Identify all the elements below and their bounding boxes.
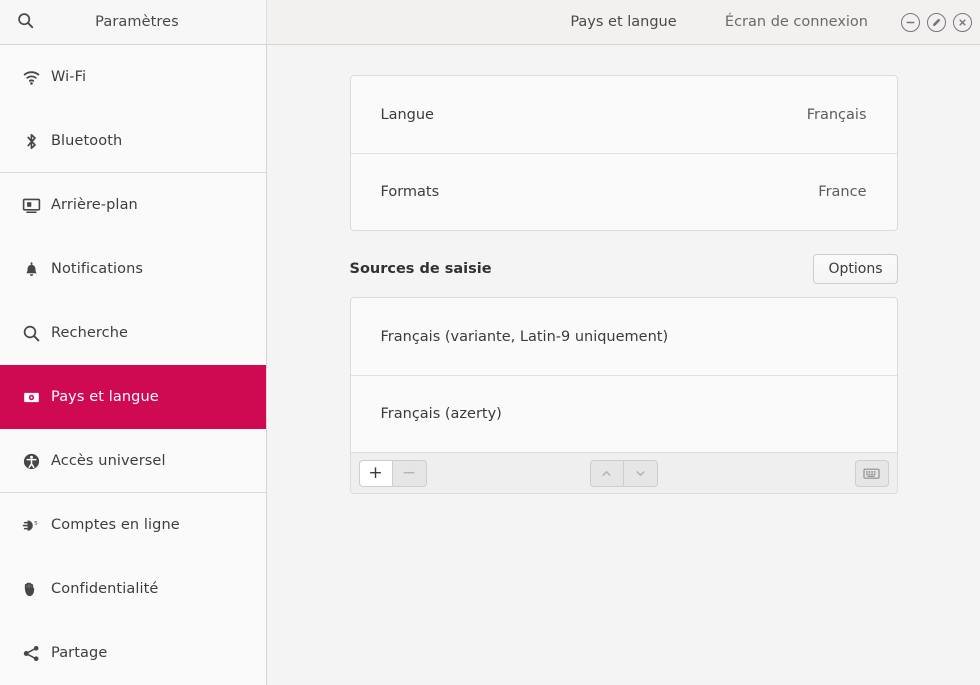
search-icon — [20, 322, 42, 344]
chevron-up-icon — [600, 467, 613, 480]
sidebar-item-label: Wi-Fi — [51, 69, 87, 85]
sidebar-item-background[interactable]: Arrière-plan — [0, 173, 266, 237]
sidebar-item-label: Partage — [51, 645, 108, 661]
minimize-button[interactable] — [901, 12, 920, 32]
input-sources-header: Sources de saisie Options — [350, 253, 898, 285]
sidebar-item-label: Bluetooth — [51, 133, 123, 149]
preview-group — [854, 459, 889, 487]
flag-globe-icon — [20, 386, 42, 408]
header-subtitle: Écran de connexion — [724, 14, 868, 30]
chevron-down-icon — [634, 467, 647, 480]
search-button[interactable] — [8, 7, 42, 37]
background-icon — [20, 194, 42, 216]
sidebar-item-label: Arrière-plan — [51, 197, 138, 213]
row-language[interactable]: Langue Français — [351, 76, 897, 153]
remove-input-source-button: − — [392, 459, 427, 487]
header-bar: Paramètres Pays et langue Écran de conne… — [0, 0, 980, 45]
row-label: Formats — [380, 184, 440, 200]
list-item[interactable]: Français (variante, Latin-9 uniquement) — [351, 298, 897, 375]
restore-icon — [931, 17, 942, 28]
keyboard-icon — [863, 467, 880, 480]
sidebar-item-region-language[interactable]: Pays et langue — [0, 365, 266, 429]
move-group-wrapper — [351, 459, 897, 487]
input-sources-toolbar: + − — [350, 452, 897, 493]
header-main-section: Pays et langue Écran de connexion — [267, 0, 980, 44]
sidebar-item-label: Comptes en ligne — [51, 517, 180, 533]
settings-content: Langue Français Formats France Sources d… — [349, 45, 898, 494]
move-down-button — [623, 459, 658, 487]
bell-icon — [20, 258, 42, 280]
main-panel: Langue Français Formats France Sources d… — [267, 45, 980, 685]
sidebar-item-sharing[interactable]: Partage — [0, 621, 266, 685]
bluetooth-icon — [20, 130, 42, 152]
page-title: Pays et langue — [570, 14, 677, 30]
sidebar: Wi-Fi Bluetooth Arrière-plan Notificatio… — [0, 45, 267, 685]
sidebar-item-online-accounts[interactable]: s Comptes en ligne — [0, 493, 266, 557]
maximize-button[interactable] — [927, 12, 946, 32]
region-settings-card: Langue Français Formats France — [349, 75, 898, 231]
sidebar-item-privacy[interactable]: Confidentialité — [0, 557, 266, 621]
show-keyboard-layout-button[interactable] — [854, 459, 889, 487]
row-value: Français — [806, 106, 867, 123]
add-remove-group: + − — [358, 459, 427, 487]
section-title: Sources de saisie — [349, 261, 492, 277]
input-sources-card: Français (variante, Latin-9 uniquement) … — [349, 297, 898, 494]
row-formats[interactable]: Formats France — [350, 153, 897, 230]
settings-window: Paramètres Pays et langue Écran de conne… — [0, 0, 980, 685]
minimize-icon — [905, 17, 916, 28]
hand-privacy-icon — [20, 578, 42, 600]
row-value: France — [818, 184, 867, 200]
sidebar-item-label: Pays et langue — [51, 389, 159, 405]
window-title-left: Paramètres — [95, 14, 179, 30]
sidebar-item-universal-access[interactable]: Accès universel — [0, 429, 266, 493]
window-controls — [901, 0, 972, 44]
search-icon — [17, 12, 34, 33]
row-label: Langue — [380, 106, 434, 123]
header-sidebar-section: Paramètres — [0, 0, 267, 44]
online-accounts-icon: s — [20, 514, 42, 536]
sidebar-item-label: Recherche — [51, 325, 129, 341]
accessibility-icon — [20, 450, 42, 472]
sidebar-item-label: Notifications — [51, 261, 144, 277]
options-button[interactable]: Options — [813, 253, 898, 285]
move-up-button — [589, 459, 624, 487]
sidebar-item-bluetooth[interactable]: Bluetooth — [0, 109, 266, 173]
add-input-source-button[interactable]: + — [358, 459, 393, 487]
move-group — [589, 459, 658, 487]
sidebar-item-search[interactable]: Recherche — [0, 301, 266, 365]
sidebar-item-label: Accès universel — [51, 453, 166, 469]
sidebar-item-notifications[interactable]: Notifications — [0, 237, 266, 301]
svg-text:s: s — [34, 518, 38, 526]
share-icon — [20, 642, 42, 664]
window-body: Wi-Fi Bluetooth Arrière-plan Notificatio… — [0, 45, 980, 685]
wifi-icon — [20, 66, 42, 88]
close-icon — [957, 17, 968, 28]
sidebar-item-label: Confidentialité — [51, 581, 159, 597]
sidebar-item-wifi[interactable]: Wi-Fi — [0, 45, 266, 109]
close-button[interactable] — [953, 12, 972, 32]
list-item[interactable]: Français (azerty) — [350, 375, 897, 452]
